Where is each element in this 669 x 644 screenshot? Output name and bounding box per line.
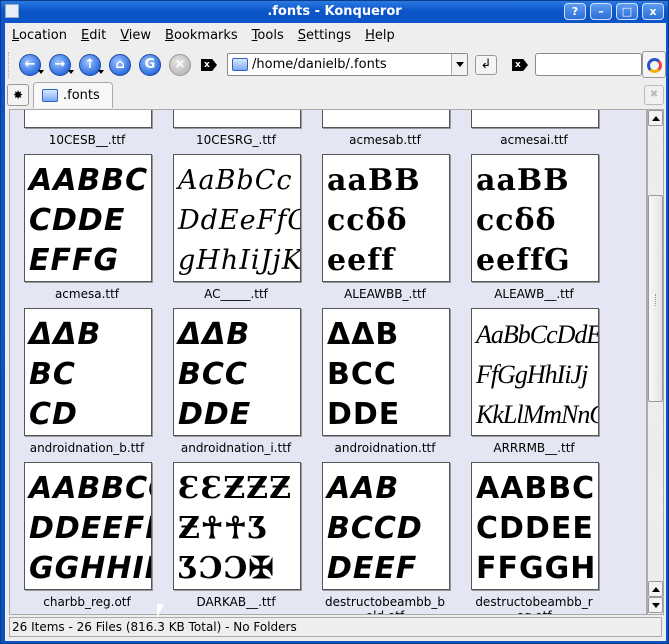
back-history-dropdown[interactable] xyxy=(38,70,44,74)
close-tab-button[interactable]: ✖ xyxy=(644,85,664,105)
window-body: Location Edit View Bookmarks Tools Setti… xyxy=(5,23,666,641)
konqueror-window: .fonts - Konqueror ? – □ x Location Edit… xyxy=(0,0,669,644)
font-preview-thumbnail[interactable]: AABBCC DDEEFF GGHHIIJJ xyxy=(24,462,152,590)
file-name[interactable]: androidnation.ttf xyxy=(310,441,460,455)
status-bar: 26 Items - 26 Files (816.3 KB Total) - N… xyxy=(9,617,662,637)
file-icon-view[interactable]: 10CESB__.ttf 10CESRG_.ttf acmesab.ttf acmes… xyxy=(9,109,647,615)
minimize-button[interactable]: – xyxy=(590,3,612,20)
arrow-up-icon: ↑ xyxy=(84,57,96,72)
file-item[interactable]: AABBC CDDE EFFG acmesa.ttf xyxy=(12,154,162,324)
location-history-dropdown[interactable] xyxy=(451,54,467,75)
tab-fonts[interactable]: .fonts xyxy=(33,82,113,108)
file-name[interactable]: acmesa.ttf xyxy=(12,287,162,301)
menu-location[interactable]: Location xyxy=(5,28,74,43)
scroll-up-button-bottom[interactable] xyxy=(648,581,663,597)
file-name[interactable]: destructobeambb_bold.otf xyxy=(310,595,460,614)
forward-history-dropdown[interactable] xyxy=(68,70,74,74)
arrow-left-icon: ← xyxy=(24,57,36,72)
menu-settings[interactable]: Settings xyxy=(291,28,358,43)
font-preview-thumbnail[interactable] xyxy=(173,110,301,128)
stop-button[interactable]: × xyxy=(169,54,191,76)
tab-label: .fonts xyxy=(63,88,100,103)
file-item[interactable]: AaBbCcDdEe FfGgHhIiJj KkLlMmNnO ARRRMB__.… xyxy=(459,308,609,478)
scrollbar-thumb[interactable] xyxy=(648,195,663,402)
font-preview-thumbnail[interactable]: AABBC CDDE EFFG xyxy=(24,154,152,282)
font-preview-thumbnail[interactable]: AAB BCCD DEEF xyxy=(322,462,450,590)
file-name[interactable]: acmesab.ttf xyxy=(310,133,460,147)
menu-help[interactable]: Help xyxy=(358,28,402,43)
file-item[interactable]: aaBB ccδδ eeffG ALEAWB__.ttf xyxy=(459,154,609,324)
menu-bookmarks[interactable]: Bookmarks xyxy=(158,28,245,43)
clear-search-icon[interactable]: x xyxy=(512,59,528,71)
scroll-down-button[interactable] xyxy=(648,597,663,613)
reload-icon: G xyxy=(144,57,156,72)
file-name[interactable]: 10CESRG_.ttf xyxy=(161,133,311,147)
title-bar[interactable]: .fonts - Konqueror ? – □ x xyxy=(1,1,668,23)
file-item[interactable]: AAB BCCD DEEF destructobeambb_bold.otf xyxy=(310,462,460,614)
file-name[interactable]: ARRRMB__.ttf xyxy=(459,441,609,455)
file-name[interactable]: ALEAWB__.ttf xyxy=(459,287,609,301)
font-preview-thumbnail[interactable]: AaBbCcDdEe FfGgHhIiJj KkLlMmNnO xyxy=(471,308,599,436)
font-preview-thumbnail[interactable]: ƐƐƵƵƵ Ƶ☥☥Ʒ ƷƆƆ✠ xyxy=(173,462,301,590)
file-name[interactable]: ALEAWBB_.ttf xyxy=(310,287,460,301)
reload-button[interactable]: G xyxy=(139,54,161,76)
scroll-up-button[interactable] xyxy=(648,110,663,126)
font-preview-thumbnail[interactable]: ΔΔB BCC DDE xyxy=(322,308,450,436)
file-item[interactable]: AaBbCc DdEeFfG gHhIiJjK AC_____.ttf xyxy=(161,154,311,324)
file-name[interactable]: charbb_reg.otf xyxy=(12,595,162,609)
font-preview-thumbnail[interactable] xyxy=(24,110,152,128)
font-preview-thumbnail[interactable]: ΔΔB BC CD xyxy=(24,308,152,436)
file-name[interactable]: DARKAB__.ttf xyxy=(161,595,311,609)
menu-bar: Location Edit View Bookmarks Tools Setti… xyxy=(5,23,666,47)
search-input[interactable] xyxy=(535,53,642,76)
file-name[interactable]: destructobeambb_reg.otf xyxy=(459,595,609,614)
arrow-right-icon: → xyxy=(54,57,66,72)
file-item[interactable]: AABBCC DDEEFF GGHHIIJJ charbb_reg.otf xyxy=(12,462,162,614)
close-button[interactable]: x xyxy=(642,3,664,20)
search-provider-button[interactable] xyxy=(642,51,666,78)
tab-bar: ✸ .fonts ✖ xyxy=(5,82,666,108)
stop-icon: × xyxy=(174,57,186,72)
help-button[interactable]: ? xyxy=(564,3,586,20)
font-preview-thumbnail[interactable]: ΔΔB BCC DDE xyxy=(173,308,301,436)
location-bar[interactable]: /home/danielb/.fonts xyxy=(227,53,468,76)
new-tab-button[interactable]: ✸ xyxy=(7,84,29,106)
folder-icon xyxy=(42,89,58,102)
file-item[interactable]: aaBB ccδδ eeff ALEAWBB_.ttf xyxy=(310,154,460,324)
menu-view[interactable]: View xyxy=(113,28,158,43)
up-dropdown[interactable] xyxy=(98,70,104,74)
menu-edit[interactable]: Edit xyxy=(74,28,113,43)
main-toolbar: ← → ↑ ⌂ G × x /home/danielb/.fonts ↲ x xyxy=(5,48,666,82)
file-name[interactable]: AC_____.ttf xyxy=(161,287,311,301)
go-button[interactable]: ↲ xyxy=(475,55,497,75)
file-item[interactable]: ΔΔB BCC DDE androidnation_i.ttf xyxy=(161,308,311,478)
home-button[interactable]: ⌂ xyxy=(109,54,131,76)
new-tab-icon: ✸ xyxy=(12,88,24,102)
file-name[interactable]: acmesai.ttf xyxy=(459,133,609,147)
font-preview-thumbnail[interactable] xyxy=(471,110,599,128)
clear-location-icon[interactable]: x xyxy=(201,59,217,71)
search-engine-icon xyxy=(647,58,662,73)
mouse-cursor xyxy=(157,604,164,618)
toolbar-grip[interactable] xyxy=(8,52,11,78)
font-preview-thumbnail[interactable] xyxy=(322,110,450,128)
close-tab-icon: ✖ xyxy=(649,89,659,100)
vertical-scrollbar[interactable] xyxy=(647,109,664,615)
file-name[interactable]: androidnation_i.ttf xyxy=(161,441,311,455)
file-item[interactable]: ΔΔB BC CD androidnation_b.ttf xyxy=(12,308,162,478)
file-name[interactable]: androidnation_b.ttf xyxy=(12,441,162,455)
file-item[interactable]: AABBC CDDEE FFGGH destructobeambb_reg.otf xyxy=(459,462,609,614)
home-icon: ⌂ xyxy=(115,57,125,72)
folder-icon xyxy=(232,58,248,71)
font-preview-thumbnail[interactable]: aaBB ccδδ eeffG xyxy=(471,154,599,282)
menu-tools[interactable]: Tools xyxy=(245,28,291,43)
file-item[interactable]: ƐƐƵƵƵ Ƶ☥☥Ʒ ƷƆƆ✠ DARKAB__.ttf xyxy=(161,462,311,614)
font-preview-thumbnail[interactable]: AaBbCc DdEeFfG gHhIiJjK xyxy=(173,154,301,282)
location-input[interactable]: /home/danielb/.fonts xyxy=(252,57,387,72)
font-preview-thumbnail[interactable]: AABBC CDDEE FFGGH xyxy=(471,462,599,590)
file-name[interactable]: 10CESB__.ttf xyxy=(12,133,162,147)
font-preview-thumbnail[interactable]: aaBB ccδδ eeff xyxy=(322,154,450,282)
maximize-button[interactable]: □ xyxy=(616,3,638,20)
file-item[interactable]: ΔΔB BCC DDE androidnation.ttf xyxy=(310,308,460,478)
